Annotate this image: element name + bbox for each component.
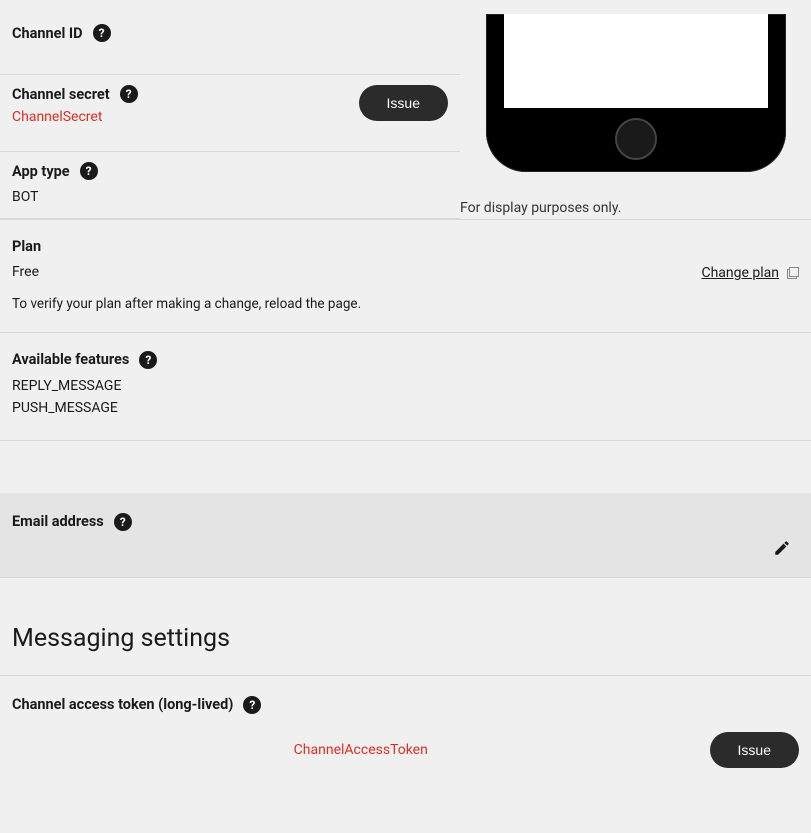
email-label: Email address (12, 513, 104, 530)
external-link-icon (787, 267, 799, 279)
phone-caption: For display purposes only. (460, 200, 621, 216)
channel-secret-section: Channel secret ? ChannelSecret Issue (0, 75, 460, 152)
change-plan-text: Change plan (701, 265, 779, 281)
channel-secret-value: ChannelSecret (12, 109, 138, 125)
app-type-value: BOT (12, 186, 448, 208)
feature-item: PUSH_MESSAGE (12, 397, 799, 419)
plan-label: Plan (12, 238, 41, 255)
spacer (0, 578, 811, 588)
channel-id-section: Channel ID ? (0, 14, 460, 75)
email-section: Email address ? (0, 493, 811, 578)
phone-screen (504, 14, 768, 108)
access-token-label: Channel access token (long-lived) (12, 696, 233, 713)
left-column: Channel ID ? Channel secret ? ChannelSec… (0, 14, 460, 219)
channel-id-label: Channel ID (12, 25, 83, 42)
messaging-settings-heading: Messaging settings (0, 588, 811, 676)
change-plan-link[interactable]: Change plan (701, 265, 799, 281)
app-type-section: App type ? BOT (0, 152, 460, 219)
feature-item: REPLY_MESSAGE (12, 375, 799, 397)
plan-section: Plan Free Change plan To verify your pla… (0, 219, 811, 332)
phone-mockup (486, 14, 786, 172)
help-icon[interactable]: ? (114, 513, 132, 531)
help-icon[interactable]: ? (139, 351, 157, 369)
issue-secret-button[interactable]: Issue (359, 85, 448, 121)
help-icon[interactable]: ? (80, 162, 98, 180)
channel-secret-label: Channel secret (12, 86, 110, 103)
top-region: Channel ID ? Channel secret ? ChannelSec… (0, 0, 811, 219)
help-icon[interactable]: ? (93, 24, 111, 42)
issue-token-button[interactable]: Issue (710, 732, 799, 768)
features-label: Available features (12, 351, 129, 368)
phone-preview-column: For display purposes only. (460, 14, 811, 216)
app-type-label: App type (12, 163, 70, 180)
access-token-value: ChannelAccessToken (12, 742, 710, 758)
phone-home-button (615, 118, 657, 160)
help-icon[interactable]: ? (243, 696, 261, 714)
edit-icon[interactable] (773, 539, 791, 557)
access-token-section: Channel access token (long-lived) ? Chan… (0, 676, 811, 776)
help-icon[interactable]: ? (120, 85, 138, 103)
spacer (0, 441, 811, 493)
plan-value: Free (12, 261, 39, 283)
features-section: Available features ? REPLY_MESSAGE PUSH_… (0, 333, 811, 441)
plan-note: To verify your plan after making a chang… (12, 296, 799, 312)
